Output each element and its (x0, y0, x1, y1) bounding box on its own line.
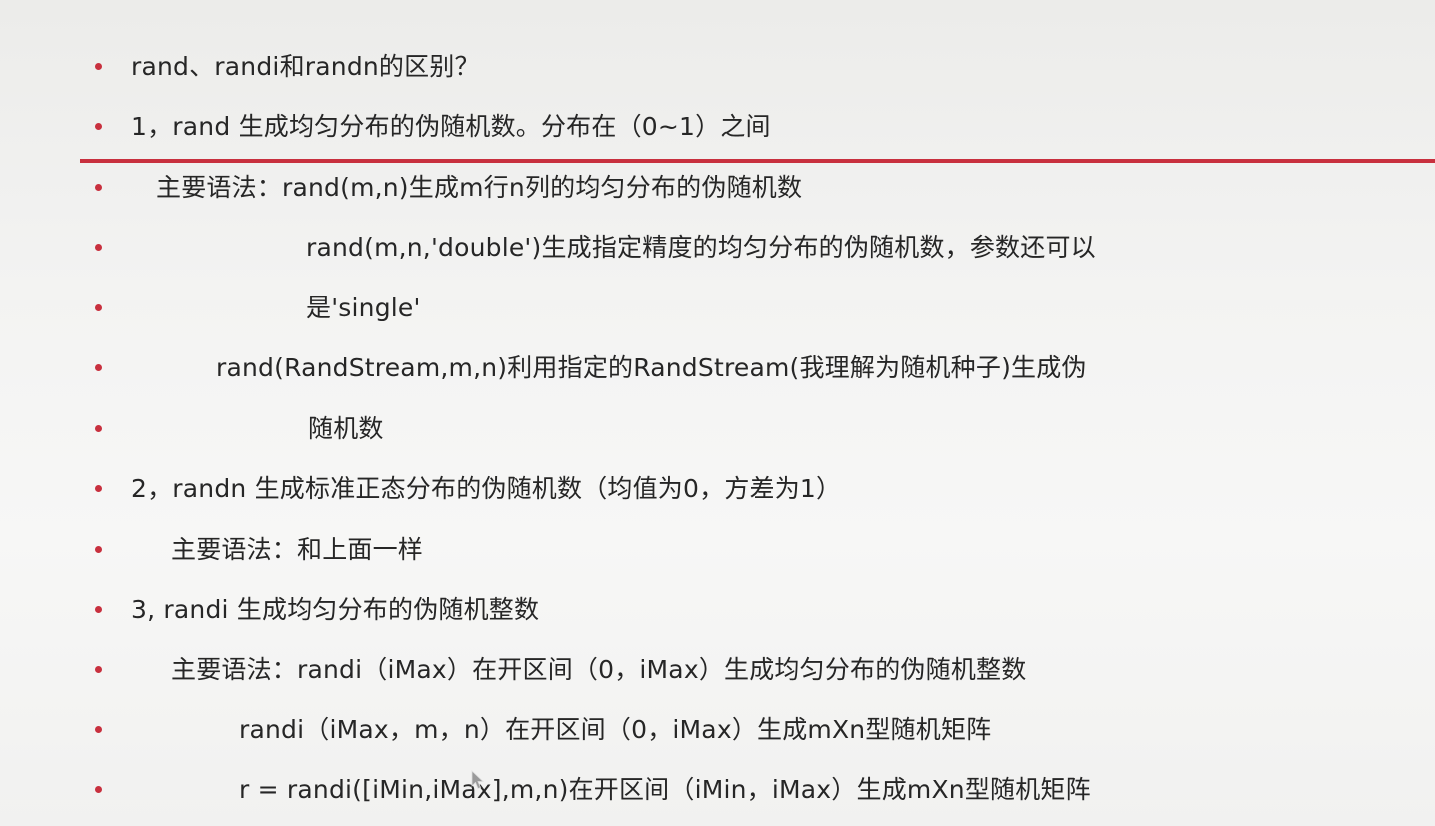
list-item: rand(RandStream,m,n)利用指定的RandStream(我理解为… (0, 349, 1435, 389)
line-text: rand、randi和randn的区别？ (131, 52, 480, 81)
bullet-icon (95, 726, 102, 733)
bullet-icon (95, 425, 102, 432)
bullet-icon (95, 606, 102, 613)
list-item: randi（iMax，m，n）在开区间（0，iMax）生成mXn型随机矩阵 (0, 711, 1435, 751)
list-item: 主要语法：randi（iMax）在开区间（0，iMax）生成均匀分布的伪随机整数 (0, 651, 1435, 691)
line-text: 随机数 (308, 414, 384, 443)
bullet-icon (95, 304, 102, 311)
slide: rand、randi和randn的区别？ 1，rand 生成均匀分布的伪随机数。… (0, 0, 1435, 826)
line-text: rand(RandStream,m,n)利用指定的RandStream(我理解为… (216, 353, 1087, 382)
list-item: rand(m,n,'double')生成指定精度的均匀分布的伪随机数，参数还可以 (0, 229, 1435, 269)
line-text: 1，rand 生成均匀分布的伪随机数。分布在（0~1）之间 (131, 112, 771, 141)
bullet-icon (95, 666, 102, 673)
list-item: 主要语法：rand(m,n)生成m行n列的均匀分布的伪随机数 (0, 169, 1435, 209)
list-item: 3, randi 生成均匀分布的伪随机整数 (0, 591, 1435, 631)
list-item: 随机数 (0, 410, 1435, 450)
list-item: 是'single' (0, 289, 1435, 329)
line-text: 3, randi 生成均匀分布的伪随机整数 (131, 595, 540, 624)
bullet-icon (95, 244, 102, 251)
line-text: 是'single' (306, 293, 421, 322)
bullet-icon (95, 546, 102, 553)
line-text: rand(m,n,'double')生成指定精度的均匀分布的伪随机数，参数还可以 (306, 233, 1096, 262)
accent-divider-line (80, 159, 1435, 163)
list-item: 主要语法：和上面一样 (0, 531, 1435, 571)
list-item: rand、randi和randn的区别？ (0, 48, 1435, 88)
line-text: r = randi([iMin,iMax],m,n)在开区间（iMin，iMax… (239, 775, 1091, 804)
line-text: 2，randn 生成标准正态分布的伪随机数（均值为0，方差为1） (131, 474, 842, 503)
line-text: 主要语法：rand(m,n)生成m行n列的均匀分布的伪随机数 (156, 173, 803, 202)
list-item: 1，rand 生成均匀分布的伪随机数。分布在（0~1）之间 (0, 108, 1435, 148)
line-text: 主要语法：randi（iMax）在开区间（0，iMax）生成均匀分布的伪随机整数 (171, 655, 1027, 684)
bullet-icon (95, 184, 102, 191)
line-text: randi（iMax，m，n）在开区间（0，iMax）生成mXn型随机矩阵 (239, 715, 992, 744)
list-item: 2，randn 生成标准正态分布的伪随机数（均值为0，方差为1） (0, 470, 1435, 510)
bullet-icon (95, 786, 102, 793)
bullet-icon (95, 364, 102, 371)
mouse-pointer-icon (471, 770, 484, 790)
list-item: r = randi([iMin,iMax],m,n)在开区间（iMin，iMax… (0, 771, 1435, 811)
bullet-icon (95, 123, 102, 130)
bullet-icon (95, 63, 102, 70)
bullet-icon (95, 485, 102, 492)
line-text: 主要语法：和上面一样 (171, 535, 424, 564)
